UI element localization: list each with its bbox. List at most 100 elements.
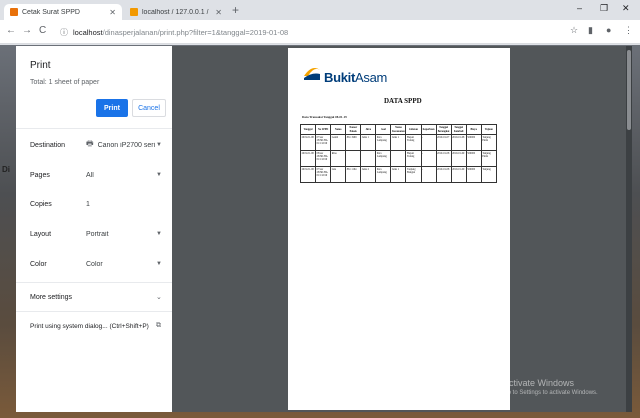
table-cell: 08/sur 28/SD.HA 01/1/2019	[315, 150, 332, 167]
activate-subtitle: Go to Settings to activate Windows.	[503, 390, 598, 396]
open-external-icon[interactable]: ⧉	[156, 322, 161, 330]
copies-value: 1	[86, 200, 90, 208]
close-tab-icon[interactable]: ✕	[215, 8, 222, 17]
document-title: DATA SPPD	[384, 97, 422, 105]
pages-select[interactable]: All ▼	[86, 168, 162, 182]
divider	[16, 282, 172, 283]
table-cell: 07/sur 28/SD.HA 01/1/2019	[315, 166, 332, 183]
maximize-button[interactable]: ❐	[600, 3, 608, 14]
chevron-down-icon: ▼	[156, 261, 162, 267]
scrollbar-thumb[interactable]	[627, 50, 631, 130]
layout-value: Portrait	[86, 230, 109, 238]
column-header: Nama	[330, 124, 347, 135]
url-host: localhost	[73, 27, 103, 37]
more-settings-toggle[interactable]: More settings	[30, 294, 72, 301]
bookmark-star-icon[interactable]: ☆	[570, 25, 578, 36]
table-cell: 2019-01-09	[450, 166, 467, 183]
destination-value: Canon iP2700 seri	[97, 141, 156, 149]
chevron-down-icon: ▼	[156, 231, 162, 237]
back-arrow-icon[interactable]: ←	[6, 25, 16, 36]
column-header: Tanggal	[299, 124, 317, 135]
minimize-button[interactable]: –	[577, 3, 582, 13]
table-cell: 2019-01-08	[299, 150, 317, 167]
chevron-down-icon: ▼	[156, 142, 162, 148]
page-favicon-icon	[10, 8, 18, 16]
system-dialog-link[interactable]: Print using system dialog... (Ctrl+Shift…	[30, 323, 149, 330]
column-header: Nama Kecamatan	[390, 124, 407, 135]
table-cell: Gita	[330, 166, 347, 183]
tab-title: Cetak Surat SPPD	[22, 8, 80, 16]
layout-select[interactable]: Portrait ▼	[86, 227, 162, 241]
chevron-down-icon[interactable]: ⌄	[156, 293, 162, 301]
print-preview-area: BukitAsam DATA SPPD Data Transaksi Tangg…	[172, 46, 626, 412]
destination-select[interactable]: 🖶 Canon iP2700 seri ▼	[86, 138, 162, 152]
close-tab-icon[interactable]: ✕	[109, 8, 116, 17]
table-cell: 2019-01-08	[435, 150, 452, 167]
table-cell: Rina	[330, 150, 347, 167]
forward-arrow-icon[interactable]: →	[22, 25, 32, 36]
table-cell: 500000	[465, 166, 482, 183]
profile-icon[interactable]: ●	[606, 25, 611, 35]
column-header: Keperluan	[420, 124, 437, 135]
destination-label: Destination	[30, 142, 66, 149]
pages-label: Pages	[30, 172, 50, 179]
copies-label: Copies	[30, 201, 52, 208]
layout-label: Layout	[30, 231, 52, 238]
column-header: Biaya	[465, 124, 482, 135]
tab-phpmyadmin[interactable]: localhost / 127.0.0.1 / suratspdc ✕	[124, 4, 228, 20]
table-cell: Jenis 2	[360, 166, 377, 183]
table-row: 2019-01-08 08/sur 28/SD.HA 01/1/2019 Rin…	[299, 150, 498, 167]
divider	[16, 311, 172, 312]
table-cell: -	[420, 150, 437, 167]
table-cell: 2019-01-08	[299, 134, 317, 151]
preview-page: BukitAsam DATA SPPD Data Transaksi Tangg…	[288, 48, 510, 410]
column-header: Tanggal Berangkat	[435, 124, 452, 135]
table-cell: 861 1969	[345, 134, 362, 151]
browser-toolbar: ← → C ⓘ localhost /dinasperjalanan/print…	[0, 20, 640, 44]
table-cell: 2019-01-08	[299, 166, 317, 183]
table-cell: -	[420, 134, 437, 151]
bukit-asam-logo-icon	[304, 68, 320, 80]
logo-text: BukitAsam	[324, 70, 387, 85]
logo-text-rest: Asam	[355, 70, 388, 85]
tab-cetak-surat[interactable]: Cetak Surat SPPD ✕	[4, 4, 122, 20]
reload-icon[interactable]: C	[39, 25, 46, 36]
column-header: Jabatan	[405, 124, 422, 135]
close-window-button[interactable]: ✕	[622, 3, 630, 14]
table-cell: 2019-01-09	[450, 150, 467, 167]
chevron-down-icon: ▼	[156, 172, 162, 178]
menu-icon[interactable]: ⋮	[624, 25, 633, 36]
column-header: Asal	[375, 124, 392, 135]
url-path: /dinasperjalanan/print.php?filter=1&tang…	[102, 27, 289, 37]
document-subtitle: Data Transaksi Tanggal 08-01-19	[302, 115, 347, 119]
windows-activation-watermark: Activate Windows Go to Settings to activ…	[503, 378, 598, 396]
new-tab-button[interactable]: +	[232, 3, 239, 17]
color-label: Color	[30, 261, 47, 268]
table-row: 2019-01-08 07/sur 28/SD.HA 01/1/2019 Gan…	[299, 134, 498, 151]
table-cell: 2019-01-08	[435, 166, 452, 183]
tab-strip: Cetak Surat SPPD ✕ localhost / 127.0.0.1…	[0, 0, 640, 20]
pages-value: All	[86, 171, 94, 179]
site-info-icon[interactable]: ⓘ	[60, 27, 68, 38]
color-select[interactable]: Color ▼	[86, 257, 162, 271]
table-cell: 2019-01-08	[450, 134, 467, 151]
print-settings-panel: Print Total: 1 sheet of paper Print Canc…	[16, 46, 172, 412]
divider	[16, 128, 172, 129]
table-cell: 500000	[465, 150, 482, 167]
tab-title: localhost / 127.0.0.1 / suratspdc	[142, 8, 209, 16]
copies-input[interactable]: 1	[86, 197, 162, 211]
address-bar[interactable]: ⓘ localhost /dinasperjalanan/print.php?f…	[60, 24, 460, 40]
table-header-row: Tanggal No SPPD Nama Nomor Pokok Jkt/a A…	[299, 124, 498, 135]
table-cell: 2019-01-07	[435, 134, 452, 151]
print-title: Print	[30, 60, 51, 71]
extension-icon[interactable]: ▮	[588, 25, 593, 36]
table-cell: 861 1164	[345, 166, 362, 183]
print-button[interactable]: Print	[96, 99, 128, 117]
color-value: Color	[86, 260, 103, 268]
cancel-button[interactable]: Cancel	[132, 99, 166, 117]
table-row: 2019-01-08 07/sur 28/SD.HA 01/1/2019 Git…	[299, 166, 498, 183]
table-cell: Bupati Tulang	[405, 150, 422, 167]
sppd-table: Tanggal No SPPD Nama Nomor Pokok Jkt/a A…	[299, 124, 498, 183]
table-cell: Jenis 1	[390, 134, 407, 151]
column-header: Jkt/a	[360, 124, 377, 135]
